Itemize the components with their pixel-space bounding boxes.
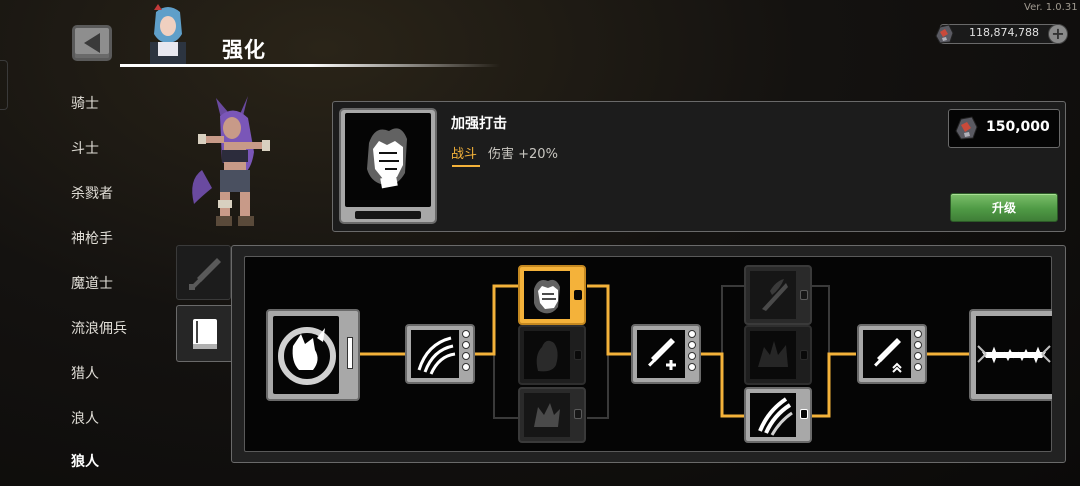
wolf-spirit-icon (534, 403, 560, 427)
sword-up-icon (874, 338, 902, 373)
tree-node-sword-plus[interactable] (631, 324, 701, 384)
version-label: Ver. 1.0.31 (1024, 2, 1078, 13)
book-icon (193, 319, 217, 349)
class-item-mage[interactable]: 魔道士 (71, 273, 113, 293)
side-drawer-handle[interactable] (0, 60, 8, 110)
sword-wing-icon (762, 279, 788, 311)
upgrade-button[interactable]: 升级 (950, 193, 1058, 222)
triple-claw-icon (758, 397, 793, 436)
wolf-moon-icon (278, 327, 336, 385)
tree-node-triple-claw[interactable] (744, 387, 812, 443)
tree-node-fist[interactable] (518, 265, 586, 325)
claw-slash-icon (417, 336, 456, 375)
tree-node-sword-up[interactable] (857, 324, 927, 384)
hero-portrait (150, 4, 186, 64)
sword-plus-icon (648, 338, 676, 370)
class-item-gunner[interactable]: 神枪手 (71, 228, 113, 248)
tree-node-sword-wing[interactable] (744, 265, 812, 325)
skill-icon-slot (355, 211, 421, 219)
skill-name: 加强打击 (451, 116, 507, 132)
page-title: 强化 (222, 38, 266, 62)
flame-fist-icon (536, 340, 558, 372)
tree-node-claw-slash[interactable] (405, 324, 475, 384)
class-item-hunter[interactable]: 猎人 (71, 363, 99, 383)
add-currency-button[interactable]: + (1048, 24, 1068, 44)
werewolf-character-sprite (192, 96, 270, 226)
skill-icon-screen (345, 113, 431, 207)
skill-category: 战斗 (451, 147, 478, 162)
tree-node-wolf-spirit[interactable] (518, 387, 586, 443)
tree-node-root[interactable] (266, 309, 360, 401)
category-underline (452, 165, 480, 167)
sword-icon (189, 258, 221, 290)
tab-combat[interactable] (176, 245, 231, 300)
fist-icon (367, 128, 407, 189)
beast-shadow-icon (758, 341, 788, 367)
currency-amount: 118,874,788 (969, 26, 1039, 39)
fist-icon (534, 279, 560, 314)
skill-effect: 伤害 +20% (488, 147, 558, 162)
back-button[interactable] (72, 25, 112, 61)
tree-node-fangs[interactable] (969, 309, 1052, 401)
class-item-mercenary[interactable]: 流浪佣兵 (71, 318, 127, 338)
cost-amount: 150,000 (986, 119, 1050, 135)
class-item-werewolf[interactable]: 狼人 (71, 451, 99, 471)
class-item-knight[interactable]: 骑士 (71, 93, 99, 113)
fangs-icon (977, 345, 1051, 364)
class-item-ronin[interactable]: 浪人 (71, 408, 99, 428)
ore-icon (955, 116, 978, 140)
title-underline (120, 64, 500, 67)
tab-skills[interactable] (176, 305, 232, 362)
class-item-fighter[interactable]: 斗士 (71, 138, 99, 158)
class-item-slayer[interactable]: 杀戮者 (71, 183, 113, 203)
back-arrow-icon (84, 33, 100, 53)
tree-node-flame-fist[interactable] (518, 325, 586, 385)
ore-icon (935, 24, 954, 44)
tree-node-beast-shadow[interactable] (744, 325, 812, 385)
